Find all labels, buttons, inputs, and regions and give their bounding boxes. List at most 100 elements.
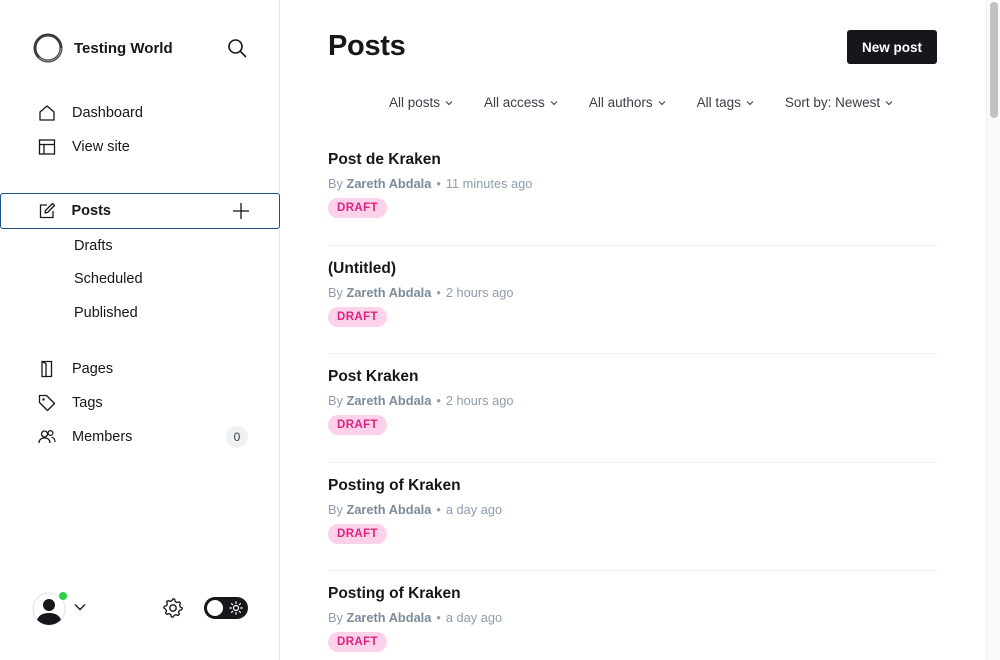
chevron-down-icon	[74, 604, 86, 611]
sidebar-item-scheduled[interactable]: Scheduled	[0, 263, 280, 297]
sidebar-item-tags[interactable]: Tags	[0, 386, 280, 420]
post-title: Post de Kraken	[328, 151, 441, 168]
members-count-badge: 0	[226, 426, 248, 448]
home-icon	[38, 104, 56, 122]
layout-icon	[38, 138, 56, 156]
post-by: By	[328, 176, 343, 191]
post-time: a day ago	[445, 501, 503, 517]
user-menu-toggle[interactable]	[73, 600, 87, 614]
meta-separator: •	[436, 176, 441, 191]
post-row[interactable]: Post de Kraken By Zareth Abdala • 11 minut…	[328, 137, 937, 246]
post-time: 2 hours ago	[445, 393, 514, 409]
members-icon	[38, 428, 56, 446]
status-badge: DRAFT	[328, 523, 387, 544]
sidebar-item-members[interactable]: Members 0	[0, 420, 280, 454]
sidebar-item-drafts[interactable]: Drafts	[0, 229, 280, 263]
filter-bar: All posts All access All authors All tag…	[389, 95, 893, 110]
content-nav: Pages Tags Members 0	[0, 352, 280, 454]
sidebar-item-label: Pages	[72, 361, 114, 377]
sidebar-item-label: Tags	[72, 395, 103, 411]
post-row[interactable]: Posting of Kraken By Zareth Abdala • a day…	[328, 463, 937, 572]
post-author: Zareth Abdala	[346, 501, 432, 517]
post-meta: By Zareth Abdala • a day ago	[328, 610, 937, 625]
post-author: Zareth Abdala	[346, 610, 432, 626]
post-by: By	[328, 284, 343, 300]
sidebar-item-label: Posts	[71, 203, 112, 219]
post-title: Post Kraken	[328, 368, 419, 386]
filter-all-authors[interactable]: All authors	[589, 95, 666, 110]
search-icon	[228, 39, 247, 58]
sidebar-item-label: Members	[72, 429, 133, 445]
settings-button[interactable]	[162, 597, 184, 619]
post-meta: By Zareth Abdala • a day ago	[328, 502, 937, 517]
sidebar-item-view-site[interactable]: View site	[0, 130, 280, 164]
post-row[interactable]: Post Kraken By Zareth Abdala • 2 hours ago…	[328, 354, 937, 463]
post-title: Posting of Kraken	[328, 476, 461, 494]
post-meta: By Zareth Abdala • 2 hours ago	[328, 393, 937, 408]
status-badge: DRAFT	[328, 415, 387, 436]
page-scrollbar[interactable]	[986, 0, 1000, 660]
scrollbar-thumb[interactable]	[990, 2, 998, 118]
new-post-button[interactable]: New post	[847, 30, 937, 64]
ring-logo-icon	[32, 32, 64, 64]
filter-all-tags[interactable]: All tags	[697, 95, 754, 110]
user-avatar[interactable]	[32, 591, 68, 626]
post-by: By	[328, 610, 343, 626]
tag-icon	[38, 394, 56, 412]
page-icon	[38, 360, 56, 378]
brand[interactable]: Testing World	[32, 32, 252, 64]
add-post-button[interactable]	[231, 201, 251, 221]
meta-separator: •	[436, 393, 441, 409]
main-content: Posts New post All posts All access All …	[280, 0, 986, 660]
sidebar-item-label: View site	[72, 139, 130, 155]
filter-all-posts[interactable]: All posts	[389, 95, 453, 110]
post-time: 11 minutes ago	[445, 176, 533, 191]
post-author: Zareth Abdala	[346, 393, 432, 409]
sidebar: Testing World Dashboard View site Posts	[0, 0, 280, 660]
filter-label: All access	[484, 95, 545, 110]
chevron-down-icon	[746, 99, 754, 107]
gear-icon	[163, 598, 183, 618]
primary-nav: Dashboard View site	[0, 96, 280, 164]
chevron-down-icon	[658, 99, 666, 107]
sidebar-item-dashboard[interactable]: Dashboard	[0, 96, 280, 130]
filter-all-access[interactable]: All access	[484, 95, 558, 110]
meta-separator: •	[436, 501, 441, 517]
filter-sort[interactable]: Sort by: Newest	[785, 95, 893, 110]
sidebar-item-published[interactable]: Published	[0, 296, 280, 330]
chevron-down-icon	[885, 99, 893, 107]
post-list: Post de Kraken By Zareth Abdala • 11 minut…	[328, 137, 937, 660]
theme-toggle[interactable]	[204, 597, 248, 619]
sun-icon	[229, 601, 243, 615]
filter-label: All posts	[389, 95, 441, 110]
pencil-edit-icon	[38, 202, 56, 220]
meta-separator: •	[436, 284, 441, 300]
filter-label: All authors	[588, 95, 653, 110]
page-title: Posts	[328, 30, 406, 62]
filter-label: All tags	[696, 95, 741, 110]
sidebar-item-label: Dashboard	[72, 105, 143, 121]
post-meta: By Zareth Abdala • 2 hours ago	[328, 285, 937, 300]
post-row[interactable]: (Untitled) By Zareth Abdala • 2 hours ago …	[328, 246, 937, 355]
sidebar-item-posts[interactable]: Posts	[0, 193, 280, 229]
filter-label: Sort by: Newest	[784, 95, 881, 110]
toggle-knob	[207, 600, 223, 616]
status-badge: DRAFT	[328, 632, 387, 653]
post-row[interactable]: Posting of Kraken By Zareth Abdala • a day…	[328, 571, 937, 660]
search-button[interactable]	[226, 37, 248, 59]
post-title: (Untitled)	[328, 259, 397, 277]
post-author: Zareth Abdala	[346, 176, 432, 191]
post-author: Zareth Abdala	[346, 284, 432, 300]
plus-icon	[233, 203, 249, 219]
post-time: 2 hours ago	[445, 284, 514, 300]
chevron-down-icon	[445, 99, 453, 107]
post-by: By	[328, 501, 343, 517]
post-title: Posting of Kraken	[328, 585, 461, 603]
status-badge: DRAFT	[328, 198, 387, 218]
posts-nav: Posts Drafts Scheduled Published	[0, 193, 280, 330]
online-status-dot	[58, 591, 68, 601]
post-by: By	[328, 393, 343, 409]
meta-separator: •	[436, 610, 441, 626]
chevron-down-icon	[550, 99, 558, 107]
sidebar-item-pages[interactable]: Pages	[0, 352, 280, 386]
